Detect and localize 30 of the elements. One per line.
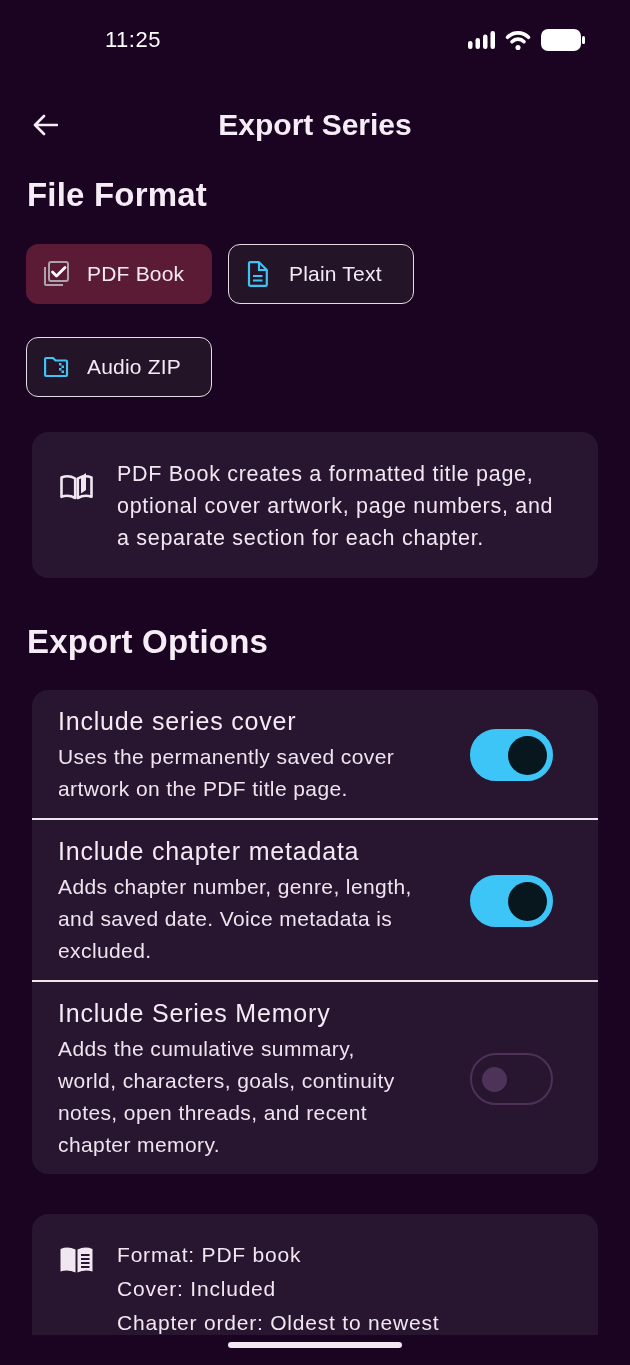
format-chip[interactable]: Audio ZIP	[26, 337, 212, 397]
option-title: Include Series Memory	[58, 998, 331, 1029]
summary-line: Format: PDF book	[117, 1242, 302, 1268]
summary-line: Chapter order: Oldest to newest	[117, 1310, 440, 1335]
book-icon	[60, 1246, 93, 1273]
open-book-icon	[60, 472, 93, 500]
back-arrow-icon	[32, 114, 58, 136]
zipped-folder-icon	[43, 356, 69, 378]
stacked-pages-icon	[43, 261, 69, 287]
toggle-switch[interactable]	[470, 729, 553, 781]
format-chip[interactable]: Plain Text	[228, 244, 414, 304]
format-description: PDF Book creates a formatted title page, optional cover artwork, page numbers, and a separate section for each chapter.	[117, 461, 555, 552]
document-icon	[247, 261, 269, 287]
option-description: Uses the permanently saved cover artwork on the PDF title page.	[58, 744, 396, 802]
wifi-icon	[505, 30, 531, 50]
option-description: Adds the cumulative summary, world, characters, goals, continuity notes, open threads, and recent chapter memory.	[58, 1036, 396, 1158]
option-description: Adds chapter number, genre, length, and saved date. Voice metadata is excluded.	[58, 874, 413, 964]
option-title: Include series cover	[58, 706, 297, 737]
page-title: Export Series	[218, 107, 412, 143]
battery-icon	[541, 29, 585, 51]
toggle-switch[interactable]	[470, 875, 553, 927]
section-heading: Export Options	[27, 622, 269, 662]
signal-icon	[468, 31, 495, 49]
summary-line: Cover: Included	[117, 1276, 277, 1302]
status-time: 11:25	[105, 27, 161, 53]
back-button[interactable]	[32, 114, 58, 136]
section-heading: File Format	[27, 175, 208, 215]
option-title: Include chapter metadata	[58, 836, 360, 867]
toggle-switch[interactable]	[470, 1053, 553, 1105]
format-chip[interactable]: PDF Book	[26, 244, 212, 304]
